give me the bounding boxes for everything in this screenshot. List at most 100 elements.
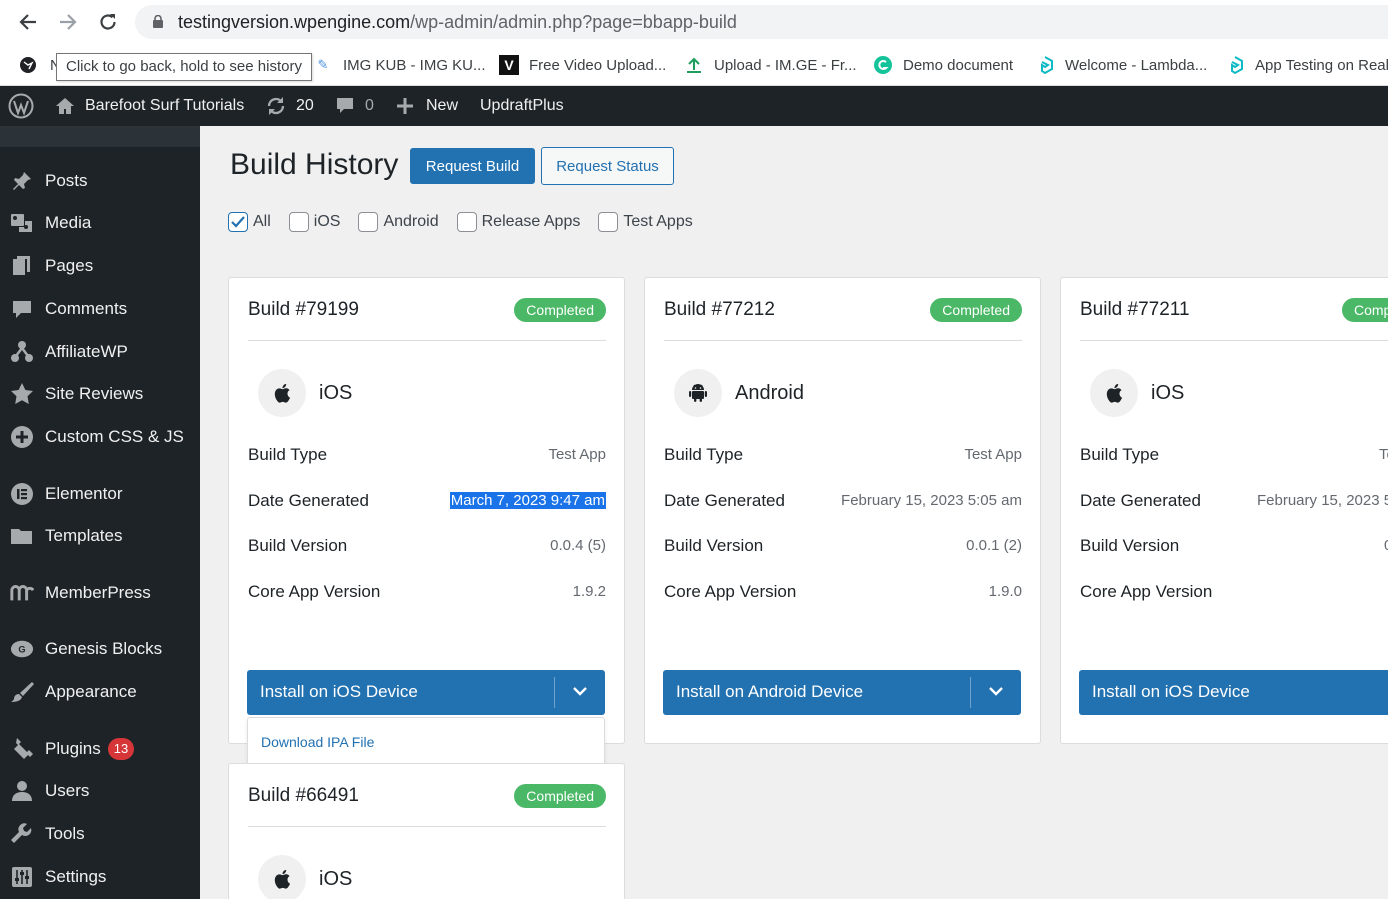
forward-arrow-icon[interactable]	[54, 8, 82, 36]
updates-link[interactable]: 20	[264, 86, 314, 126]
settings-icon	[10, 865, 34, 889]
filter-android[interactable]: Android	[358, 212, 439, 232]
build-version-value: 0	[1384, 537, 1388, 554]
build-type-value: Test App	[548, 446, 606, 463]
memberpress-icon	[10, 581, 34, 605]
sidebar-item-settings[interactable]: Settings	[0, 857, 200, 897]
apple-icon	[1090, 369, 1138, 417]
platform-name: iOS	[319, 381, 353, 404]
build-type-value: Te	[1379, 446, 1388, 463]
platform: iOS	[1090, 369, 1184, 417]
build-number: Build #77211	[1080, 299, 1190, 320]
filter-test-apps-checkbox[interactable]	[598, 212, 619, 232]
filter-android-checkbox[interactable]	[358, 212, 379, 232]
sidebar-item-elementor[interactable]: Elementor	[0, 474, 200, 514]
comments-link[interactable]: 0	[335, 86, 374, 126]
build-version-value: 0.0.4 (5)	[550, 537, 606, 554]
filter-ios-checkbox[interactable]	[288, 212, 309, 232]
sidebar-item-media[interactable]: Media	[0, 203, 200, 243]
status-badge: Comp	[1342, 298, 1388, 322]
build-filters: All iOS Android Release Apps Test Apps	[228, 211, 711, 233]
sidebar-item-memberpress[interactable]: MemberPress	[0, 573, 200, 613]
plugins-update-badge: 13	[107, 738, 135, 760]
media-icon	[10, 211, 34, 235]
bookmark-first[interactable]: N	[18, 53, 61, 77]
genesis-icon: G	[10, 637, 34, 661]
filter-test-apps[interactable]: Test Apps	[598, 212, 693, 232]
star-icon	[10, 382, 34, 406]
sidebar-item-genesis-blocks[interactable]: G Genesis Blocks	[0, 629, 200, 669]
date-generated-row: Date Generated March 7, 2023 9:47 am	[248, 491, 606, 510]
filter-all[interactable]: All	[228, 212, 271, 232]
grammarly-icon	[873, 55, 893, 75]
bookmark-app-testing[interactable]: App Testing on Real...	[1225, 53, 1388, 77]
core-app-version-row: Core App Version 1.9.0	[664, 582, 1022, 601]
chevron-down-icon[interactable]	[569, 680, 591, 702]
sidebar-item-custom-css-js[interactable]: Custom CSS & JS	[0, 417, 200, 457]
lambdatest-icon	[1225, 55, 1245, 75]
back-button-tooltip: Click to go back, hold to see history	[56, 53, 312, 81]
sidebar-item-affiliatewp[interactable]: AffiliateWP	[0, 332, 200, 372]
apple-icon	[258, 855, 306, 899]
install-button[interactable]: Install on iOS Device	[1079, 670, 1388, 715]
filter-ios[interactable]: iOS	[288, 212, 340, 232]
request-build-button[interactable]: Request Build	[410, 148, 535, 184]
build-card: Build #79199 Completed iOS Build Type Te…	[228, 277, 625, 744]
date-generated-row: Date Generated February 15, 2023 5	[1080, 491, 1388, 515]
build-type-row: Build Type Test App	[248, 445, 606, 464]
admin-sidebar: Posts Media Pages Comments AffiliateWP S…	[0, 126, 200, 899]
page-title: Build History	[230, 148, 399, 181]
bookmark-im-ge[interactable]: Upload - IM.GE - Fr...	[684, 53, 857, 77]
updraftplus-link[interactable]: UpdraftPlus	[480, 86, 564, 126]
site-name-link[interactable]: Barefoot Surf Tutorials	[54, 86, 244, 126]
sidebar-item-pages[interactable]: Pages	[0, 246, 200, 286]
wordpress-logo-icon[interactable]	[8, 86, 34, 126]
sidebar-top-strip	[0, 126, 200, 147]
status-badge: Completed	[930, 298, 1022, 322]
bookmark-free-video[interactable]: V Free Video Upload...	[499, 53, 666, 77]
install-button[interactable]: Install on iOS Device	[247, 670, 605, 715]
sidebar-item-site-reviews[interactable]: Site Reviews	[0, 374, 200, 414]
upload-icon	[684, 55, 704, 75]
sidebar-item-posts[interactable]: Posts	[0, 161, 200, 201]
download-ipa-link[interactable]: Download IPA File	[261, 734, 374, 750]
build-type-row: Build Type Test App	[664, 445, 1022, 464]
affiliate-icon	[10, 340, 34, 364]
chevron-down-icon[interactable]	[985, 680, 1007, 702]
folder-icon	[10, 524, 34, 548]
build-card-header: Build #66491 Completed	[248, 784, 606, 827]
reload-icon[interactable]	[94, 8, 122, 36]
home-icon	[56, 98, 74, 114]
wp-admin-bar: Barefoot Surf Tutorials 20 0 New Updraft…	[0, 86, 1388, 126]
install-button[interactable]: Install on Android Device	[663, 670, 1021, 715]
sidebar-item-tools[interactable]: Tools	[0, 814, 200, 854]
user-icon	[10, 779, 34, 803]
back-arrow-icon[interactable]	[14, 8, 42, 36]
bookmark-demo-document[interactable]: Demo document	[873, 53, 1013, 77]
date-generated-value: February 15, 2023 5	[1257, 492, 1388, 509]
new-content-link[interactable]: New	[396, 86, 458, 126]
core-app-version-value: 1.9.0	[988, 583, 1022, 600]
install-options-dropdown: Download IPA File	[247, 717, 605, 767]
sidebar-item-appearance[interactable]: Appearance	[0, 672, 200, 712]
plugin-icon	[10, 737, 34, 761]
filter-release-apps[interactable]: Release Apps	[456, 212, 580, 232]
sidebar-item-comments[interactable]: Comments	[0, 289, 200, 329]
core-app-version-row: Core App Version 1.9.2	[248, 582, 606, 601]
plus-icon	[397, 98, 413, 114]
svg-text:G: G	[18, 645, 25, 655]
filter-all-checkbox[interactable]	[228, 212, 248, 232]
date-generated-value: March 7, 2023 9:47 am	[449, 492, 606, 509]
address-bar[interactable]: testingversion.wpengine.com/wp-admin/adm…	[135, 5, 1388, 39]
filter-release-apps-checkbox[interactable]	[456, 212, 477, 232]
updates-icon	[267, 97, 285, 115]
request-status-button[interactable]: Request Status	[541, 147, 674, 185]
bookmark-welcome-lambda[interactable]: Welcome - Lambda...	[1035, 53, 1207, 77]
platform: Android	[674, 369, 804, 417]
img-kub-icon: ✎	[317, 57, 329, 72]
sidebar-item-users[interactable]: Users	[0, 771, 200, 811]
sidebar-item-templates[interactable]: Templates	[0, 516, 200, 556]
sidebar-item-plugins[interactable]: Plugins 13	[0, 729, 200, 769]
browser-toolbar: testingversion.wpengine.com/wp-admin/adm…	[0, 0, 1388, 44]
bookmark-img-kub[interactable]: ✎ IMG KUB - IMG KU...	[313, 53, 486, 77]
